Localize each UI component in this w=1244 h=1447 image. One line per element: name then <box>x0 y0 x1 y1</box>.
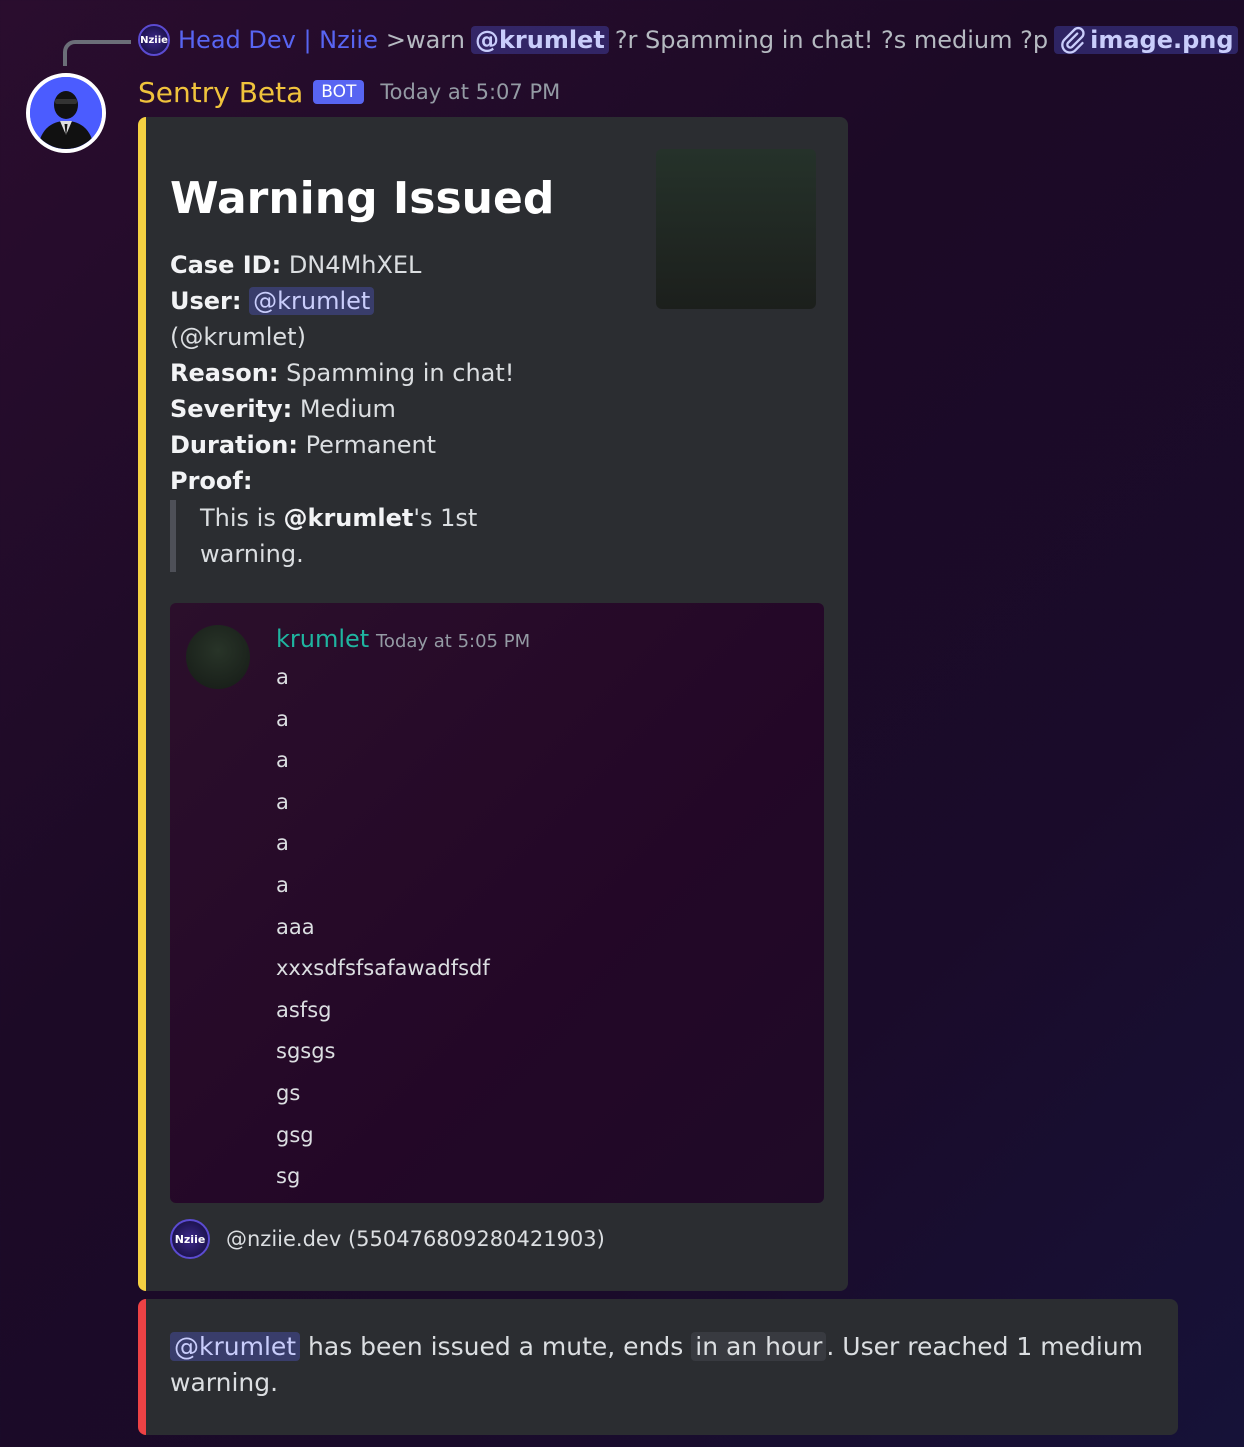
quote-mention: @krumlet <box>283 504 414 532</box>
bot-name[interactable]: Sentry Beta <box>138 76 303 109</box>
proof-message-lines: a a a a a a aaa xxxsdfsfsafawadfsdf asfs… <box>276 661 490 1202</box>
proof-line: gs <box>276 1080 301 1105</box>
proof-line: a <box>276 706 289 731</box>
proof-line: a <box>276 872 289 897</box>
field-case-id: Case ID: DN4MhXEL <box>170 247 630 283</box>
proof-image[interactable]: krumlet Today at 5:05 PM a a a a a a aaa… <box>170 603 824 1203</box>
embed-fields: Case ID: DN4MhXEL User: @krumlet (@kruml… <box>170 247 630 499</box>
reply-attachment-chip[interactable]: image.png <box>1054 26 1238 54</box>
embed-thumbnail[interactable] <box>656 149 816 309</box>
message-header: Sentry Beta BOT Today at 5:07 PM <box>138 72 560 112</box>
mute-mention[interactable]: @krumlet <box>170 1332 301 1361</box>
embed-footer: Nziie @nziie.dev (550476809280421903) <box>170 1219 605 1259</box>
reply-command-args: ?r Spamming in chat! ?s medium ?p <box>614 26 1049 54</box>
user-handle: (@krumlet) <box>170 323 306 351</box>
footer-icon: Nziie <box>170 1219 210 1259</box>
case-id-label: Case ID: <box>170 251 282 279</box>
mute-text-1: has been issued a mute, ends <box>308 1332 684 1361</box>
reply-preview[interactable]: Nziie Head Dev | Nziie >warn @krumlet ?r… <box>138 20 1244 60</box>
paperclip-icon <box>1061 26 1085 54</box>
message-timestamp[interactable]: Today at 5:07 PM <box>380 80 560 104</box>
proof-timestamp: Today at 5:05 PM <box>376 631 531 652</box>
bot-avatar[interactable] <box>26 73 106 153</box>
reply-command: >warn <box>385 26 465 54</box>
mute-embed: @krumlet has been issued a mute, ends in… <box>138 1299 1178 1435</box>
proof-line: a <box>276 789 289 814</box>
proof-line: xxxsdfsfsafawadfsdf <box>276 956 490 981</box>
bot-tag-badge: BOT <box>313 80 365 104</box>
mute-time-badge[interactable]: in an hour <box>691 1332 827 1361</box>
field-proof: Proof: <box>170 463 630 499</box>
footer-text: @nziie.dev (550476809280421903) <box>226 1227 605 1251</box>
duration-label: Duration: <box>170 431 298 459</box>
proof-line: gsg <box>276 1122 314 1147</box>
reply-attachment-name: image.png <box>1090 26 1234 54</box>
proof-line: sg <box>276 1164 301 1189</box>
field-reason: Reason: Spamming in chat! <box>170 355 630 391</box>
reason-value: Spamming in chat! <box>286 359 515 387</box>
field-user: User: @krumlet <box>170 283 630 319</box>
proof-line: a <box>276 665 289 689</box>
proof-line: a <box>276 831 289 856</box>
proof-line: sgsgs <box>276 1039 336 1064</box>
warning-count-quote: This is @krumlet's 1st warning. <box>170 500 500 572</box>
proof-author-avatar <box>186 625 250 689</box>
severity-value: Medium <box>299 395 396 423</box>
quote-prefix: This is <box>200 504 276 532</box>
reply-connector <box>63 40 131 66</box>
reply-mention[interactable]: @krumlet <box>470 26 609 54</box>
reply-author-avatar[interactable]: Nziie <box>138 24 170 56</box>
case-id-value: DN4MhXEL <box>288 251 422 279</box>
proof-line: aaa <box>276 914 315 939</box>
duration-value: Permanent <box>305 431 437 459</box>
embed-title: Warning Issued <box>170 173 555 224</box>
reason-label: Reason: <box>170 359 279 387</box>
proof-author-name: krumlet <box>276 625 370 653</box>
proof-line: asfsg <box>276 997 332 1022</box>
user-mention[interactable]: @krumlet <box>249 287 375 315</box>
proof-label: Proof: <box>170 467 253 495</box>
warning-embed: Warning Issued Case ID: DN4MhXEL User: @… <box>138 117 848 1291</box>
severity-label: Severity: <box>170 395 293 423</box>
field-severity: Severity: Medium <box>170 391 630 427</box>
field-duration: Duration: Permanent <box>170 427 630 463</box>
user-label: User: <box>170 287 242 315</box>
proof-line: a <box>276 748 289 773</box>
reply-author-name[interactable]: Head Dev | Nziie <box>178 26 378 54</box>
